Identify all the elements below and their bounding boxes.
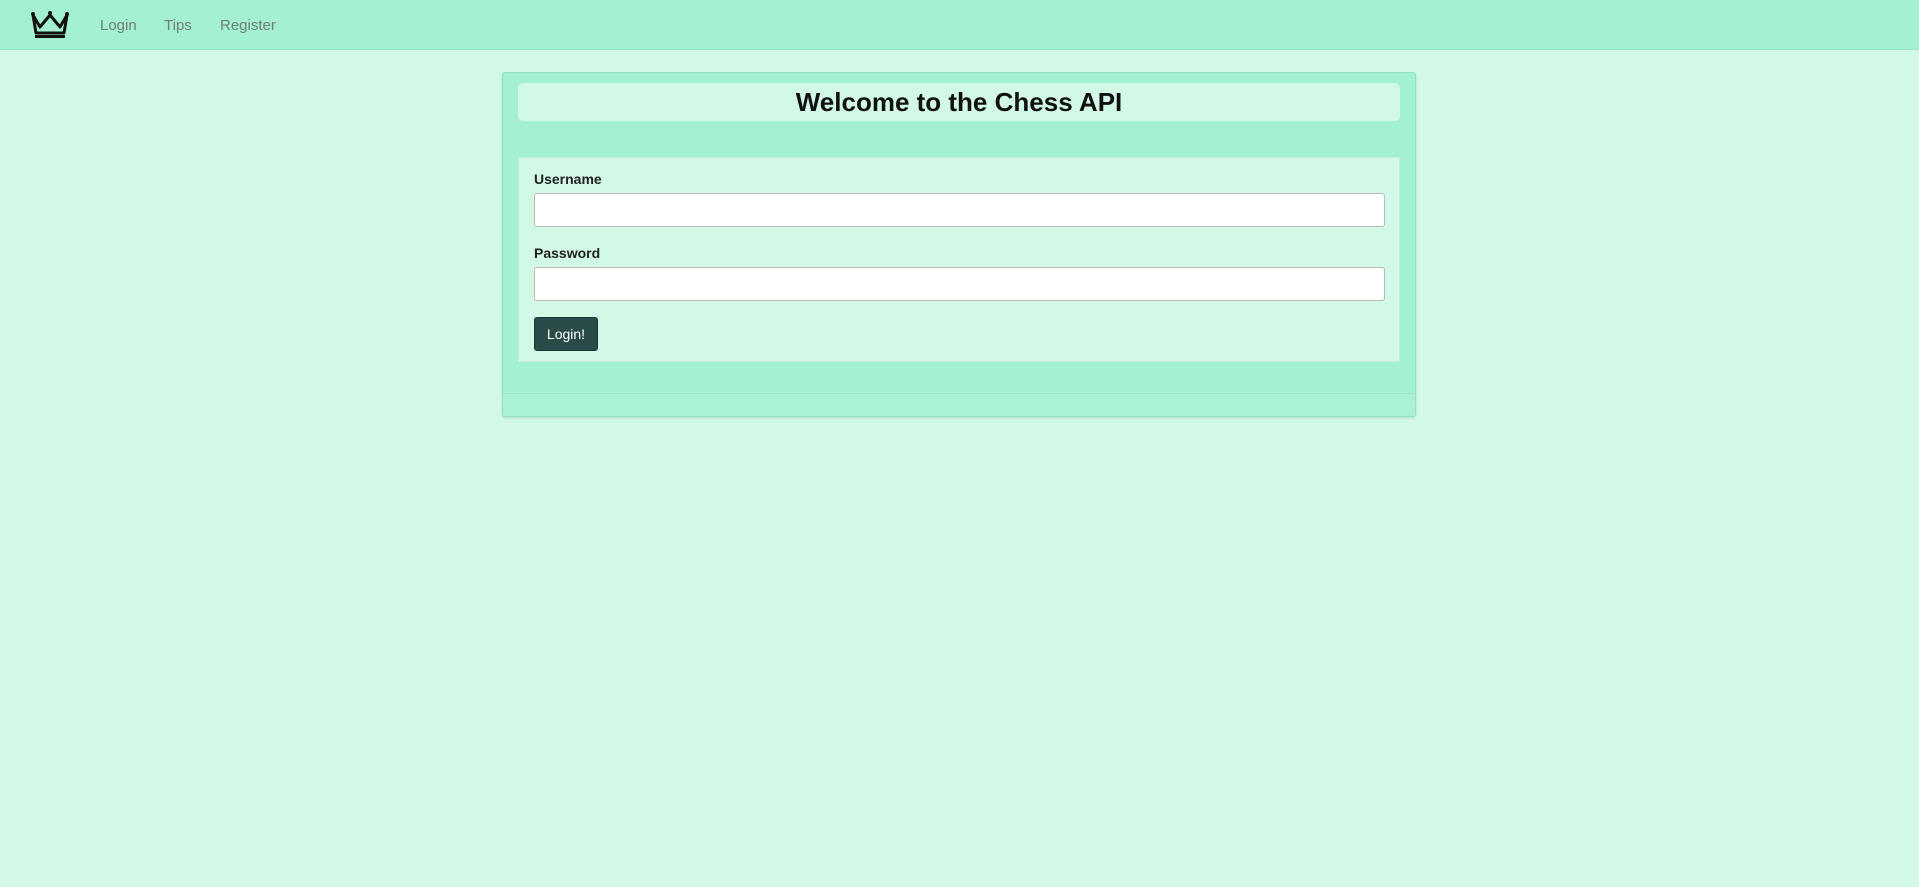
password-input[interactable]: [534, 267, 1385, 301]
username-label: Username: [534, 171, 602, 187]
page-title: Welcome to the Chess API: [795, 86, 1123, 117]
login-button[interactable]: Login!: [534, 317, 598, 351]
username-input[interactable]: [534, 193, 1385, 227]
login-panel: Welcome to the Chess API Username Passwo…: [502, 72, 1416, 417]
login-form: Username Password Login!: [518, 157, 1400, 362]
crown-icon[interactable]: [30, 9, 70, 41]
nav-link-login[interactable]: Login: [100, 17, 137, 34]
top-navbar: Login Tips Register: [0, 0, 1919, 50]
panel-footer: [503, 393, 1415, 416]
title-box: Welcome to the Chess API: [518, 83, 1400, 121]
password-label: Password: [534, 245, 601, 261]
nav-link-register[interactable]: Register: [220, 17, 276, 34]
nav-link-tips[interactable]: Tips: [164, 17, 192, 34]
